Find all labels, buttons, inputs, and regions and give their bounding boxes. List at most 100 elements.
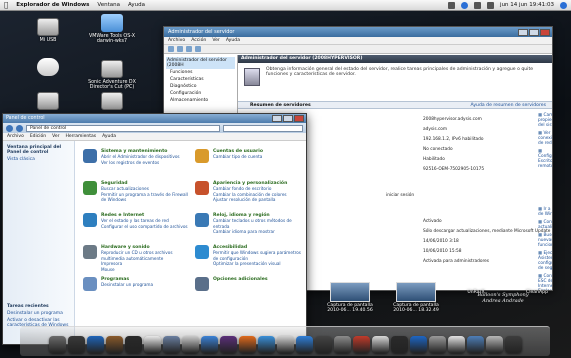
dock-app-icon[interactable]	[67, 336, 85, 353]
tree-item-funciones[interactable]: Funciones	[166, 69, 235, 76]
category-8[interactable]: Programas Desinstalar un programa	[83, 277, 191, 291]
link-configure-updates[interactable]: Configurar actualizaciones	[538, 220, 552, 230]
dock-app-icon[interactable]	[447, 336, 465, 353]
dock-app-icon[interactable]	[485, 336, 503, 353]
dock-app-icon[interactable]	[86, 336, 104, 353]
desktop-icon-sonic[interactable]: Sonic Adventure DX Director's Cut (PC)	[82, 60, 142, 90]
menubar-item-ayuda[interactable]: Ayuda	[128, 2, 145, 8]
minimize-button[interactable]	[272, 115, 282, 122]
link-new-roles[interactable]: Buscar nuevas funciones	[538, 233, 552, 248]
category-5[interactable]: Reloj, idioma y región Cambiar teclados u…	[195, 213, 303, 235]
search-input[interactable]	[223, 124, 303, 132]
category-link[interactable]: Cambiar idioma para mostrar	[213, 229, 303, 235]
menu-accion[interactable]: Acción	[191, 38, 206, 43]
dock-app-icon[interactable]	[390, 336, 408, 353]
tree-item-diagnostico[interactable]: Diagnóstico	[166, 83, 235, 90]
apple-icon[interactable]: 	[4, 1, 8, 9]
menu-edicion[interactable]: Edición	[30, 134, 46, 139]
dock-app-icon[interactable]	[466, 336, 484, 353]
menu-archivo[interactable]: Archivo	[7, 134, 24, 139]
category-0[interactable]: Sistema y mantenimiento Abrir el Administ…	[83, 149, 191, 165]
dock-app-icon[interactable]	[352, 336, 370, 353]
menu-archivo[interactable]: Archivo	[168, 38, 185, 43]
desktop-file-screenshot-2[interactable]: Captura de pantalla 2010-06... 18.32.49	[386, 282, 446, 313]
category-link[interactable]: Configurar el uso compartido de archivos	[101, 224, 191, 230]
server-manager-titlebar[interactable]: Administrador del servidor	[164, 27, 552, 37]
forward-icon[interactable]	[16, 124, 23, 132]
link-ie-esc[interactable]: Configurar ESC de Internet Explorer	[538, 274, 552, 290]
menubar-clock[interactable]: jun 14 jun 19:41:03	[500, 2, 554, 8]
category-1[interactable]: Cuentas de usuario Cambiar tipo de cuenta	[195, 149, 303, 163]
category-link[interactable]: Abrir el Administrador de dispositivos	[101, 154, 191, 160]
summary-section-header[interactable]: Resumen de servidores Ayuda de resumen d…	[238, 101, 552, 109]
back-icon[interactable]	[168, 46, 174, 52]
link-remote-desktop[interactable]: Configurar Escritorio remoto	[538, 149, 552, 169]
desktop-icon-usb[interactable]: Mi USB	[18, 18, 78, 43]
close-button[interactable]	[540, 28, 550, 36]
up-icon[interactable]	[186, 46, 192, 52]
help-icon[interactable]	[195, 46, 201, 52]
category-7[interactable]: Accesibilidad Permitir que Windows sugier…	[195, 245, 303, 267]
category-link[interactable]: Permitir que Windows sugiera parámetros …	[213, 250, 303, 261]
menubar-item-ventana[interactable]: Ventana	[97, 2, 120, 8]
forward-icon[interactable]	[177, 46, 183, 52]
dock-app-icon[interactable]	[276, 336, 294, 353]
maximize-button[interactable]	[529, 28, 539, 36]
maximize-button[interactable]	[283, 115, 293, 122]
category-2[interactable]: Seguridad Buscar actualizaciones Permitir …	[83, 181, 191, 203]
summary-help-link[interactable]: Ayuda de resumen de servidores	[471, 102, 547, 109]
dock-app-icon[interactable]	[295, 336, 313, 353]
bluetooth-icon[interactable]	[461, 1, 469, 9]
spotlight-icon[interactable]	[560, 1, 567, 9]
desktop-icon-vmware[interactable]: VMWare Tools OS-X darwin-wks7	[82, 14, 142, 44]
dock-app-icon[interactable]	[162, 336, 180, 353]
dock-app-icon[interactable]	[48, 336, 66, 353]
tree-item-caracteristicas[interactable]: Características	[166, 76, 235, 83]
category-6[interactable]: Hardware y sonido Reproducir un CD u otro…	[83, 245, 191, 272]
dock-app-icon[interactable]	[371, 336, 389, 353]
classic-view-link[interactable]: Vista clásica	[7, 157, 70, 162]
tree-item-configuracion[interactable]: Configuración	[166, 90, 235, 97]
category-link[interactable]: Mouse	[101, 267, 191, 273]
category-9[interactable]: Opciones adicionales	[195, 277, 303, 291]
category-4[interactable]: Redes e Internet Ver el estado y las tare…	[83, 213, 191, 229]
category-link[interactable]: Cambiar teclados u otros métodos de entr…	[213, 218, 303, 229]
category-link[interactable]: Optimizar la presentación visual	[213, 261, 303, 267]
minimize-button[interactable]	[518, 28, 528, 36]
back-icon[interactable]	[6, 124, 13, 132]
link-system-properties[interactable]: Cambiar propiedades del sistema	[538, 113, 552, 128]
category-link[interactable]: Desinstalar un programa	[101, 282, 191, 288]
category-link[interactable]: Permitir un programa a través de Firewal…	[101, 192, 191, 203]
tree-item-almacenamiento[interactable]: Almacenamiento	[166, 97, 235, 104]
menu-herramientas[interactable]: Herramientas	[65, 134, 96, 139]
control-panel-titlebar[interactable]: Panel de control	[3, 114, 306, 123]
link-security-wizard[interactable]: Ejecutar Asistente para configuración de…	[538, 251, 552, 271]
recent-task-uninstall[interactable]: Desinstalar un programa	[7, 311, 72, 316]
dock-app-icon[interactable]	[314, 336, 332, 353]
link-network-connections[interactable]: Ver conexiones de red	[538, 131, 552, 146]
address-bar[interactable]: Panel de control	[26, 124, 220, 132]
status-icon[interactable]	[448, 1, 456, 9]
close-button[interactable]	[294, 115, 304, 122]
desktop-icon-mysql[interactable]	[18, 92, 78, 112]
volume-icon[interactable]	[487, 1, 495, 9]
sidebar-title[interactable]: Ventana principal del Panel de control	[7, 145, 70, 155]
link-firewall[interactable]: Ir a Firewall de Windows	[538, 207, 552, 217]
dock-app-icon[interactable]	[143, 336, 161, 353]
dock-app-icon[interactable]	[238, 336, 256, 353]
dock-app-icon[interactable]	[428, 336, 446, 353]
menu-ayuda[interactable]: Ayuda	[102, 134, 116, 139]
category-title[interactable]: Opciones adicionales	[213, 277, 303, 282]
wifi-icon[interactable]	[474, 1, 482, 9]
category-link[interactable]: Cambiar tipo de cuenta	[213, 154, 303, 160]
desktop-icon-uc[interactable]	[82, 92, 142, 112]
category-link[interactable]: Ver los registros de eventos	[101, 160, 191, 166]
category-link[interactable]: Reproducir un CD u otros archivos multim…	[101, 250, 191, 261]
dock-app-icon[interactable]	[409, 336, 427, 353]
dock-app-icon[interactable]	[219, 336, 237, 353]
tree-item-root[interactable]: Administrador del servidor (2008H	[166, 57, 235, 69]
dock-app-icon[interactable]	[200, 336, 218, 353]
dock-app-icon[interactable]	[105, 336, 123, 353]
category-3[interactable]: Apariencia y personalización Cambiar fond…	[195, 181, 303, 203]
category-link[interactable]: Ajustar resolución de pantalla	[213, 197, 303, 203]
